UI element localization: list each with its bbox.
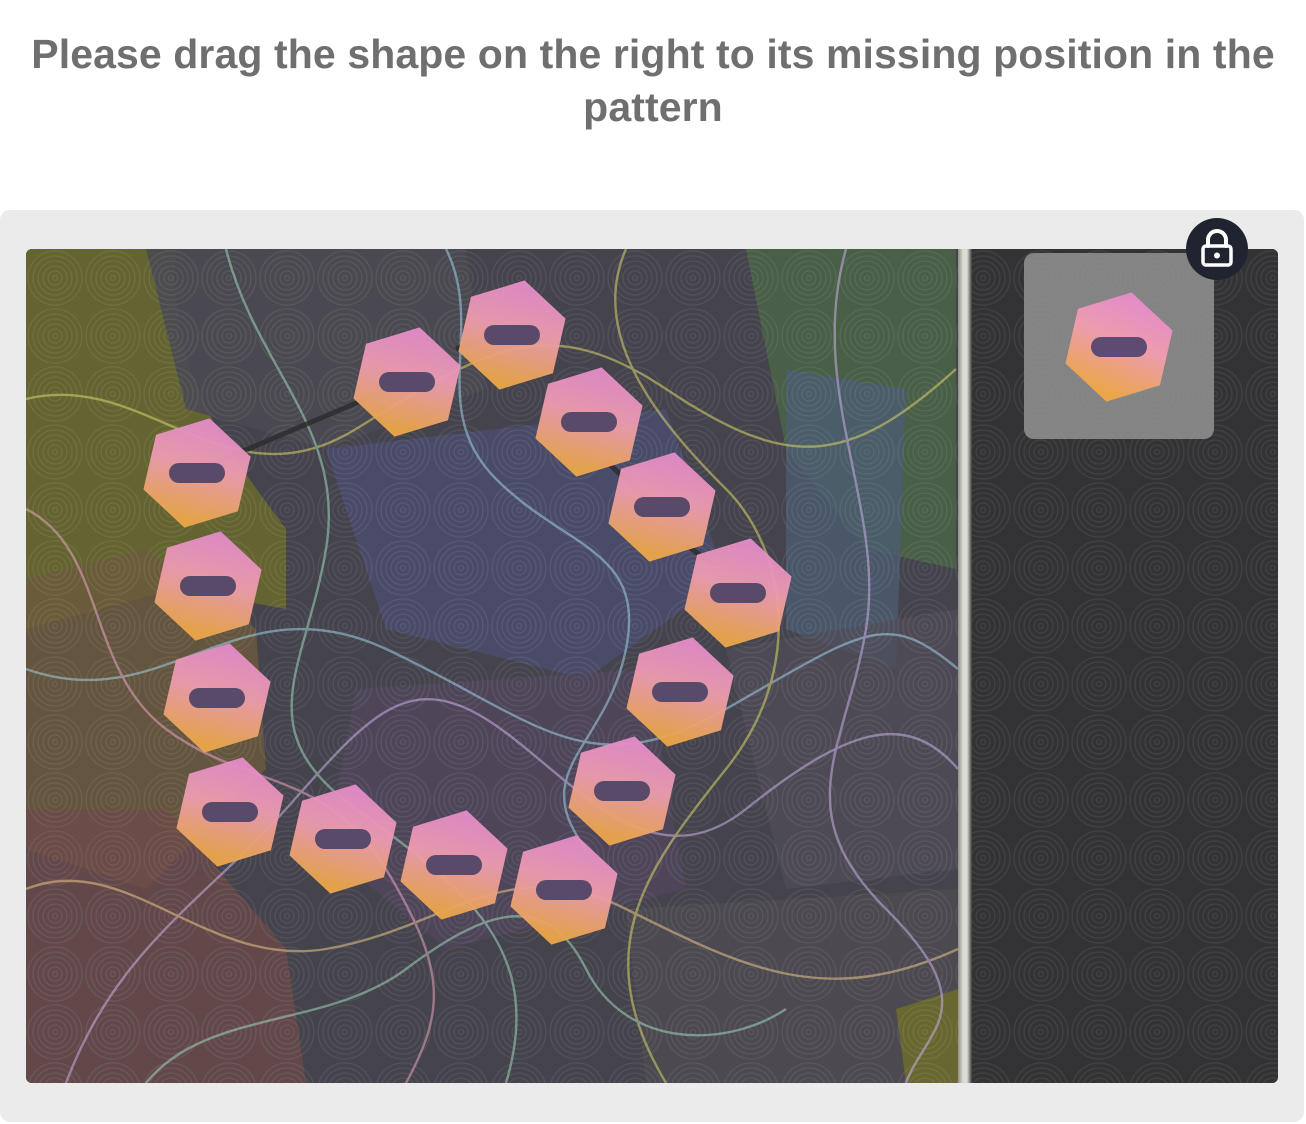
draggable-piece-shape	[1065, 292, 1173, 402]
captcha-instruction: Please drag the shape on the right to it…	[31, 31, 1275, 130]
lock-icon	[1201, 229, 1233, 267]
lock-button[interactable]	[1186, 218, 1248, 280]
board-divider	[958, 249, 972, 1083]
draggable-piece[interactable]	[1024, 253, 1214, 439]
